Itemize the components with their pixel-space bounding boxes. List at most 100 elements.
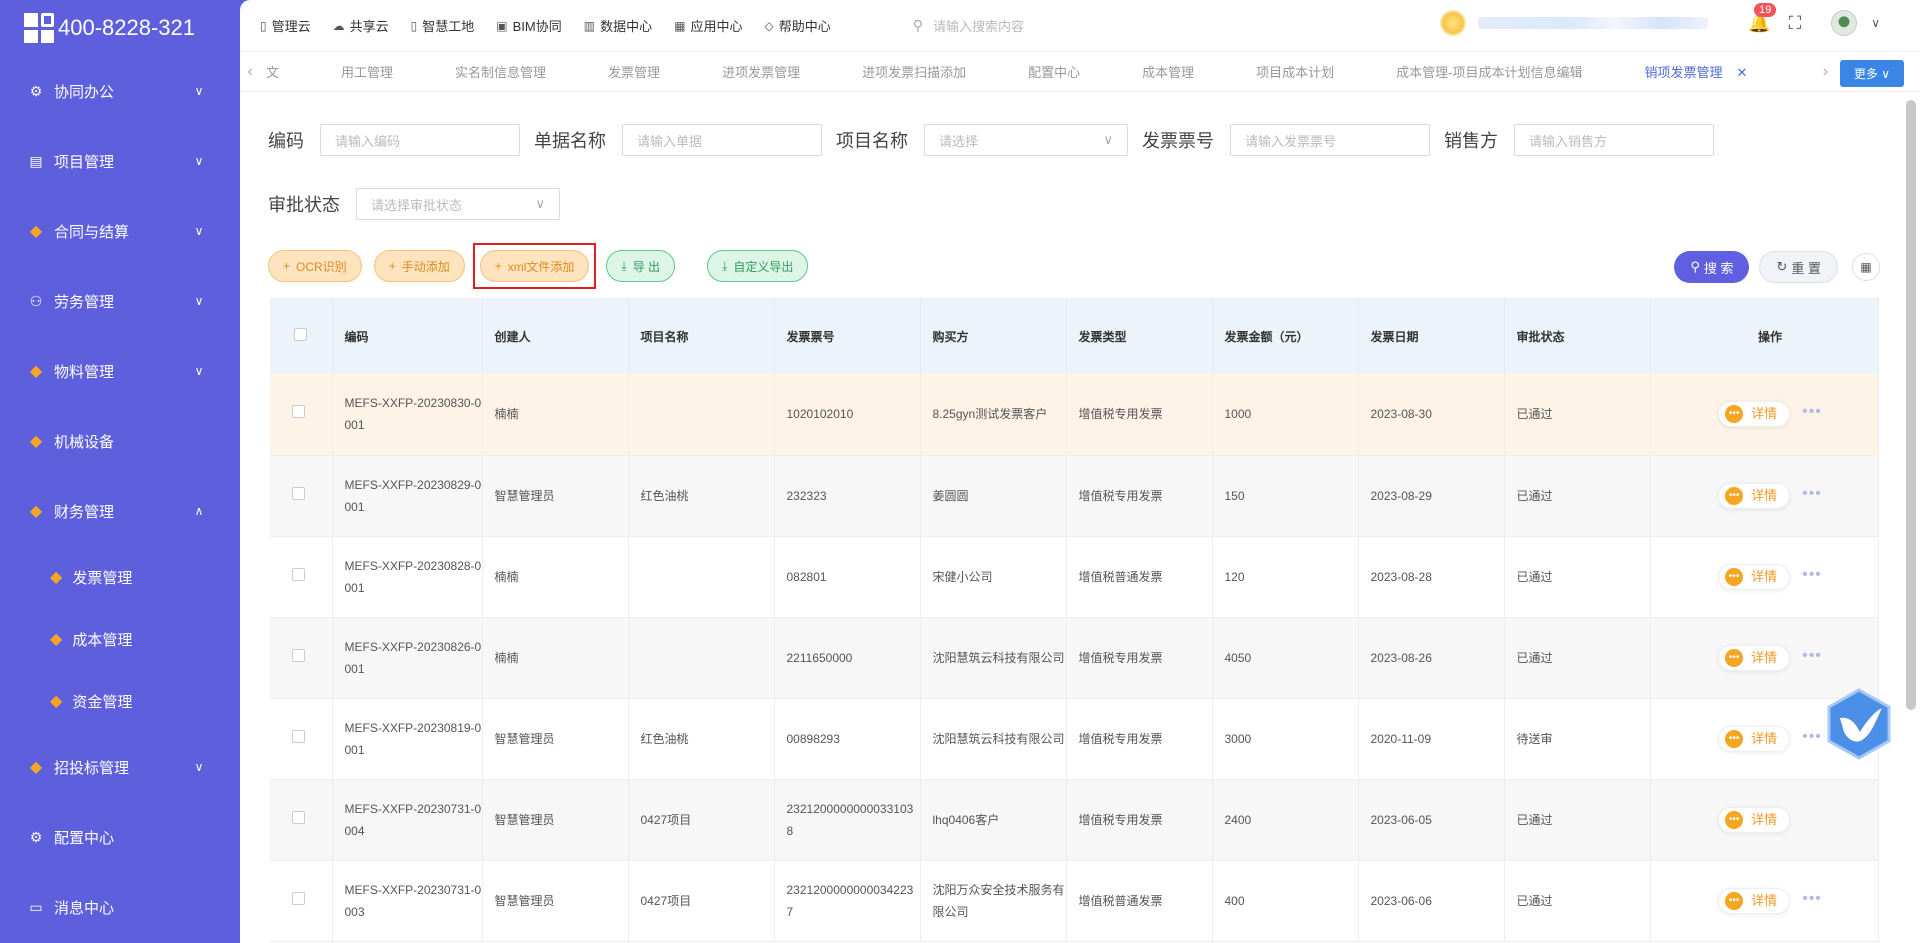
tab[interactable]: 进项发票管理 <box>722 62 800 81</box>
tab[interactable]: 成本管理-项目成本计划信息编辑 <box>1396 62 1582 81</box>
tab[interactable]: 实名制信息管理 <box>455 62 546 81</box>
sidebar-item[interactable]: ◆ 招投标管理 ∨ <box>0 732 240 802</box>
sidebar-subitem[interactable]: ◆ 资金管理 <box>0 670 240 732</box>
detail-button[interactable]: ••• 详情 <box>1718 887 1791 914</box>
export-button[interactable]: ⤓ 导 出 <box>606 250 676 282</box>
ocr-label: OCR识别 <box>296 259 347 274</box>
docname-input[interactable]: 请输入单据 <box>622 124 822 156</box>
top-link[interactable]: ▯ 智慧工地 <box>411 16 475 35</box>
tab-scroll-left-icon[interactable]: ‹ <box>240 63 260 81</box>
sidebar-item-label: 配置中心 <box>54 829 115 847</box>
sidebar-item[interactable]: ◆ 机械设备 <box>0 406 240 476</box>
table-row[interactable]: MEFS-XXFP-20230731-0003 智慧管理员 0427项目 232120… <box>270 860 1879 942</box>
sidebar-subitem[interactable]: ◆ 发票管理 <box>0 546 240 608</box>
table-row[interactable]: MEFS-XXFP-20230830-0001 楠楠 1020102010 8.25g… <box>270 374 1879 456</box>
table-row[interactable]: MEFS-XXFP-20230829-0001 智慧管理员 红色油桃 232323 姜圆… <box>270 455 1879 537</box>
top-link[interactable]: ▣ BIM协同 <box>496 16 561 35</box>
invoice-input[interactable]: 请输入发票票号 <box>1230 124 1430 156</box>
column-settings-icon[interactable]: ▦ <box>1852 253 1880 281</box>
cell-date: 2023-06-06 <box>1358 860 1505 942</box>
table-row[interactable]: MEFS-XXFP-20230819-0001 智慧管理员 红色油桃 00898293… <box>270 698 1879 780</box>
more-actions-icon[interactable]: ••• <box>1802 403 1822 420</box>
seller-input[interactable]: 请输入销售方 <box>1514 124 1714 156</box>
tab-active-label: 销项发票管理 <box>1644 65 1723 80</box>
more-actions-icon[interactable]: ••• <box>1802 485 1822 502</box>
status-select[interactable]: 请选择审批状态 ∨ <box>356 188 560 220</box>
sidebar-item[interactable]: ⚇ 劳务管理 ∨ <box>0 266 240 336</box>
chevron-down-icon[interactable]: ∨ <box>1871 16 1880 30</box>
sidebar-item[interactable]: ▤ 项目管理 ∨ <box>0 126 240 196</box>
detail-button[interactable]: ••• 详情 <box>1718 725 1791 752</box>
user-info-blurred[interactable] <box>1478 17 1709 29</box>
detail-button[interactable]: ••• 详情 <box>1718 482 1791 509</box>
tab[interactable]: 配置中心 <box>1028 62 1080 81</box>
tab[interactable]: 成本管理 <box>1142 62 1194 81</box>
row-checkbox[interactable] <box>292 486 305 500</box>
action-toolbar: + OCR识别 + 手动添加 + xml文件添加 ⤓ 导 出 ⤓ 自定义导出 <box>240 243 1920 289</box>
sidebar-item[interactable]: ⚙ 配置中心 <box>0 802 240 872</box>
detail-button[interactable]: ••• 详情 <box>1718 644 1791 671</box>
detail-button[interactable]: ••• 详情 <box>1718 806 1791 833</box>
top-link[interactable]: ▥ 数据中心 <box>584 16 652 35</box>
sidebar-subitem[interactable]: ◆ 成本管理 <box>0 608 240 670</box>
scrollbar[interactable] <box>1906 100 1916 710</box>
reset-button[interactable]: ↻ 重 置 <box>1759 251 1838 283</box>
more-tabs-button[interactable]: 更多 ∨ <box>1839 60 1904 87</box>
global-search[interactable]: ⚲ 请输入搜索内容 <box>913 16 1453 35</box>
ocr-button[interactable]: + OCR识别 <box>268 250 362 282</box>
project-select[interactable]: 请选择 ∨ <box>924 124 1128 156</box>
table-row[interactable]: MEFS-XXFP-20230826-0001 楠楠 2211650000 沈阳慧筑云… <box>270 617 1879 699</box>
cell-date: 2023-08-30 <box>1358 374 1505 456</box>
top-link[interactable]: ▯ 管理云 <box>260 16 311 35</box>
row-checkbox[interactable] <box>292 891 305 905</box>
sidebar-subitem-label: 成本管理 <box>72 631 133 649</box>
sidebar-item-label: 消息中心 <box>54 899 115 917</box>
detail-label: 详情 <box>1751 406 1778 422</box>
invoice-table: 编码 创建人 项目名称 发票票号 购买方 发票类型 发票金额（元） 发票日期 审批状态 操作 ME… <box>270 298 1879 942</box>
manual-add-button[interactable]: + 手动添加 <box>373 250 465 282</box>
coin-icon[interactable] <box>1440 10 1467 36</box>
select-all-checkbox[interactable] <box>294 328 307 341</box>
tab[interactable]: 用工管理 <box>341 62 393 81</box>
tab[interactable]: 进项发票扫描添加 <box>862 62 966 81</box>
sidebar-item[interactable]: ◆ 财务管理 ∧ <box>0 476 240 546</box>
search-button[interactable]: ⚲ 搜 索 <box>1674 251 1750 283</box>
fullscreen-icon[interactable]: ⛶ <box>1789 13 1802 34</box>
top-link-label: BIM协同 <box>512 19 562 34</box>
column-header: 项目名称 <box>628 298 775 374</box>
detail-button[interactable]: ••• 详情 <box>1718 401 1791 428</box>
tab-scroll-right-icon[interactable]: › <box>1815 63 1835 81</box>
more-actions-icon[interactable]: ••• <box>1802 566 1822 583</box>
tab[interactable]: 发票管理 <box>608 62 660 81</box>
assistant-bird-icon[interactable] <box>1826 688 1892 760</box>
top-link[interactable]: ◇ 帮助中心 <box>764 16 830 35</box>
custom-export-button[interactable]: ⤓ 自定义导出 <box>707 250 809 282</box>
code-input[interactable]: 请输入编码 <box>320 124 520 156</box>
top-link[interactable]: ▦ 应用中心 <box>674 16 742 35</box>
sidebar-item[interactable]: ⚙ 协同办公 ∨ <box>0 56 240 126</box>
row-checkbox[interactable] <box>292 405 305 419</box>
sidebar-item[interactable]: ◆ 物料管理 ∨ <box>0 336 240 406</box>
row-checkbox[interactable] <box>292 729 305 743</box>
sidebar-item[interactable]: ▭ 消息中心 <box>0 872 240 942</box>
row-checkbox[interactable] <box>292 810 305 824</box>
more-actions-icon[interactable]: ••• <box>1802 647 1822 664</box>
close-icon[interactable]: ✕ <box>1737 65 1748 80</box>
xml-add-button[interactable]: + xml文件添加 <box>479 250 590 282</box>
top-link[interactable]: ☁ 共享云 <box>333 16 389 35</box>
more-actions-icon[interactable]: ••• <box>1802 728 1822 745</box>
table-row[interactable]: MEFS-XXFP-20230731-0004 智慧管理员 0427项目 232120… <box>270 779 1879 861</box>
detail-button[interactable]: ••• 详情 <box>1718 563 1791 590</box>
tab[interactable]: 文 <box>266 62 279 81</box>
row-checkbox[interactable] <box>292 648 305 662</box>
bell-icon[interactable]: 🔔 19 <box>1748 2 1777 34</box>
more-actions-icon[interactable]: ••• <box>1802 890 1822 907</box>
sidebar-item[interactable]: ◆ 合同与结算 ∨ <box>0 196 240 266</box>
tab-active[interactable]: 销项发票管理 ✕ <box>1644 62 1747 81</box>
table-row[interactable]: MEFS-XXFP-20230828-0001 楠楠 082801 宋健小公司 增值税普… <box>270 536 1879 618</box>
cell-type: 增值税专用发票 <box>1066 698 1213 780</box>
avatar[interactable] <box>1831 10 1858 36</box>
tab[interactable]: 项目成本计划 <box>1256 62 1334 81</box>
row-checkbox[interactable] <box>292 567 305 581</box>
sidebar-item-label: 物料管理 <box>54 363 115 381</box>
